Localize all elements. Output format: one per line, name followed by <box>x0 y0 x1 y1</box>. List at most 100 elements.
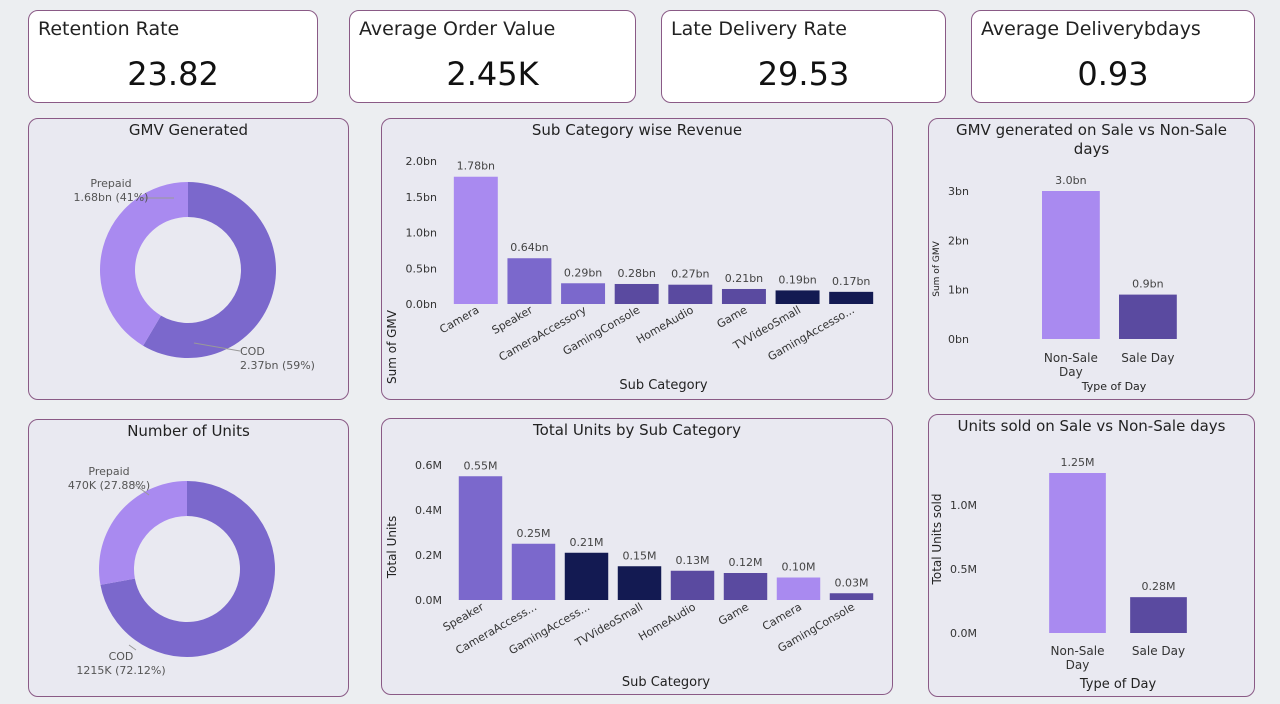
kpi-retention-rate: Retention Rate 23.82 <box>28 10 318 103</box>
y-tick-label: 0bn <box>948 333 969 346</box>
bar <box>511 543 556 600</box>
bar <box>775 290 820 304</box>
y-axis-title: Total Units sold <box>930 494 944 586</box>
slice-value-label: 2.37bn (59%) <box>240 359 315 372</box>
data-label: 0.12M <box>729 556 763 569</box>
x-tick-label: Camera <box>760 600 804 633</box>
data-label: 0.29bn <box>564 266 602 279</box>
gmv-donut-panel[interactable]: GMV Generated COD 2.37bn (59%) Prepaid 1.68… <box>28 118 349 400</box>
x-tick-label: Speaker <box>490 303 536 337</box>
units-donut-panel[interactable]: Number of Units COD 1215K (72.12%) Prepaid… <box>28 419 349 697</box>
data-label: 0.9bn <box>1132 278 1163 291</box>
slice-value-label: 1.68bn (41%) <box>74 191 149 204</box>
data-label: 0.17bn <box>832 275 870 288</box>
bar <box>1049 473 1106 633</box>
kpi-label: Late Delivery Rate <box>671 18 847 40</box>
bar <box>617 566 662 600</box>
bar <box>561 283 606 304</box>
y-tick-label: 3bn <box>948 185 969 198</box>
x-tick-label: Speaker <box>441 600 487 634</box>
kpi-average-order-value: Average Order Value 2.45K <box>349 10 636 103</box>
gmv-donut-chart[interactable]: COD2.37bn (59%) Prepaid1.68bn (41%) <box>29 119 349 400</box>
y-tick-label: 2bn <box>948 234 969 247</box>
x-axis-title: Type of Day <box>1079 677 1157 692</box>
gmv-sale-panel[interactable]: GMV generated on Sale vs Non-Sale days 0… <box>928 118 1255 400</box>
units-donut-chart[interactable]: COD1215K (72.12%) Prepaid470K (27.88%) <box>29 420 349 697</box>
donut-slice <box>98 481 187 585</box>
y-axis-title: Total Units <box>385 516 399 580</box>
y-tick-label: 0.4M <box>415 504 442 517</box>
y-tick-label: 1bn <box>948 284 969 297</box>
data-label: 0.19bn <box>778 273 816 286</box>
data-label: 0.21bn <box>725 272 763 285</box>
bar <box>776 577 821 600</box>
slice-name-label: COD <box>109 650 134 663</box>
y-tick-label: 0.0M <box>950 627 977 640</box>
y-tick-label: 0.2M <box>415 549 442 562</box>
y-tick-label: 1.0bn <box>406 227 437 240</box>
data-label: 0.13M <box>676 554 710 567</box>
y-tick-label: 1.0M <box>950 499 977 512</box>
gmv-subcategory-chart[interactable]: 0.0bn 0.5bn 1.0bn 1.5bn 2.0bn 1.78bn Camera 0.6… <box>382 119 893 400</box>
y-tick-label: 0.0bn <box>406 298 437 311</box>
x-tick-label: Camera <box>437 303 481 336</box>
kpi-late-delivery-rate: Late Delivery Rate 29.53 <box>661 10 946 103</box>
data-label: 1.78bn <box>457 160 495 173</box>
bar <box>458 476 503 600</box>
kpi-value: 0.93 <box>1077 55 1149 93</box>
units-sale-panel[interactable]: Units sold on Sale vs Non-Sale days 0.0M… <box>928 414 1255 697</box>
bar <box>723 573 768 600</box>
data-label: 0.28M <box>1142 580 1176 593</box>
x-tick-label: Non-Sale <box>1051 644 1105 658</box>
data-label: 0.03M <box>835 576 869 589</box>
bar <box>721 288 766 304</box>
gmv-subcategory-panel[interactable]: Sub Category wise Revenue 0.0bn 0.5bn 1.0b… <box>381 118 893 400</box>
units-subcategory-chart[interactable]: 0.0M0.2M0.4M0.6M 0.55MSpeaker0.25MCameraA… <box>382 419 893 695</box>
x-tick-label: Day <box>1059 365 1083 379</box>
units-sale-chart[interactable]: 0.0M 0.5M 1.0M 1.25M Non-SaleDay 0.28M Sale Da… <box>929 415 1255 697</box>
data-label: 0.64bn <box>510 241 548 254</box>
y-tick-label: 0.5M <box>950 563 977 576</box>
y-tick-label: 1.5bn <box>406 191 437 204</box>
kpi-label: Average Order Value <box>359 18 556 40</box>
data-label: 0.55M <box>464 459 498 472</box>
bar <box>614 283 659 304</box>
kpi-value: 29.53 <box>757 55 850 93</box>
x-axis-title: Type of Day <box>1081 380 1147 393</box>
bar <box>829 291 874 304</box>
bar <box>453 176 498 304</box>
x-tick-label: Sale Day <box>1121 351 1174 365</box>
bar <box>507 258 552 304</box>
data-label: 0.28bn <box>617 267 655 280</box>
x-tick-label: Game <box>715 303 750 331</box>
x-tick-label: CameraAccessory <box>497 303 589 364</box>
y-tick-label: 0.0M <box>415 594 442 607</box>
bar <box>1042 191 1100 339</box>
data-label: 1.25M <box>1061 456 1095 469</box>
slice-name-label: Prepaid <box>88 465 129 478</box>
bar <box>1130 597 1187 633</box>
x-tick-label: Non-Sale <box>1044 351 1098 365</box>
bar <box>670 570 715 600</box>
slice-value-label: 470K (27.88%) <box>68 479 150 492</box>
data-label: 3.0bn <box>1055 174 1086 187</box>
kpi-value: 23.82 <box>127 55 219 93</box>
y-axis-title: Sum of GMV <box>932 240 942 296</box>
data-label: 0.10M <box>782 561 816 574</box>
y-tick-label: 2.0bn <box>406 155 437 168</box>
slice-name-label: Prepaid <box>90 177 131 190</box>
x-tick-label: HomeAudio <box>636 600 698 643</box>
x-tick-label: Game <box>716 600 751 628</box>
bar <box>1119 294 1177 339</box>
slice-value-label: 1215K (72.12%) <box>76 664 165 677</box>
kpi-value: 2.45K <box>446 55 539 93</box>
data-label: 0.27bn <box>671 268 709 281</box>
data-label: 0.15M <box>623 549 657 562</box>
data-label: 0.21M <box>570 536 604 549</box>
x-axis-title: Sub Category <box>622 675 711 690</box>
kpi-label: Average Deliverybdays <box>981 18 1201 40</box>
y-axis-title: Sum of GMV <box>385 309 399 384</box>
units-subcategory-panel[interactable]: Total Units by Sub Category 0.0M 0.2M 0.4M… <box>381 418 893 695</box>
gmv-sale-chart[interactable]: 0bn 1bn 2bn 3bn 3.0bn Non-SaleDay 0.9bn Sale Da… <box>929 119 1255 400</box>
kpi-label: Retention Rate <box>38 18 180 40</box>
